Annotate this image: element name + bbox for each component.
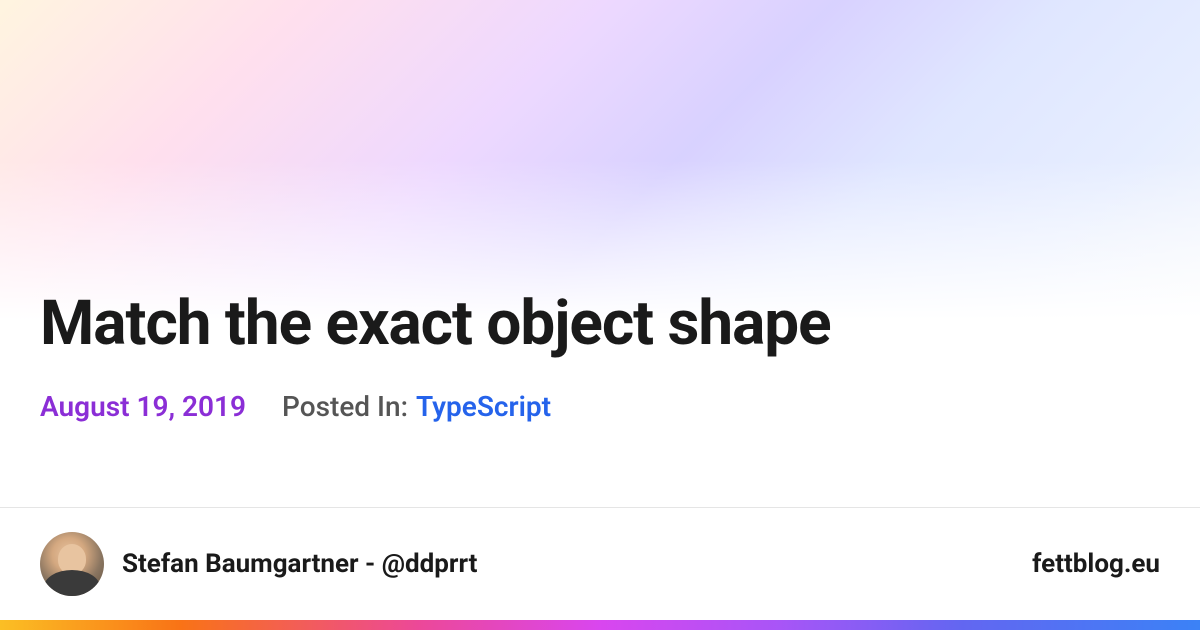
author-name: Stefan Baumgartner - @ddprrt bbox=[122, 549, 477, 579]
posted-in-label: Posted In: bbox=[282, 390, 408, 423]
page-title: Match the exact object shape bbox=[40, 290, 1160, 358]
author-block: Stefan Baumgartner - @ddprrt bbox=[40, 532, 477, 596]
post-date: August 19, 2019 bbox=[40, 390, 246, 423]
post-category-wrapper: Posted In: TypeScript bbox=[282, 390, 551, 423]
main-content: Match the exact object shape August 19, … bbox=[40, 290, 1160, 423]
footer-gradient-bar bbox=[0, 620, 1200, 630]
site-name[interactable]: fettblog.eu bbox=[1032, 549, 1160, 579]
footer-content: Stefan Baumgartner - @ddprrt fettblog.eu bbox=[0, 507, 1200, 620]
page-footer: Stefan Baumgartner - @ddprrt fettblog.eu bbox=[0, 507, 1200, 630]
category-link[interactable]: TypeScript bbox=[416, 390, 551, 423]
avatar bbox=[40, 532, 104, 596]
post-meta: August 19, 2019 Posted In: TypeScript bbox=[40, 390, 1160, 423]
header-gradient bbox=[0, 0, 1200, 320]
